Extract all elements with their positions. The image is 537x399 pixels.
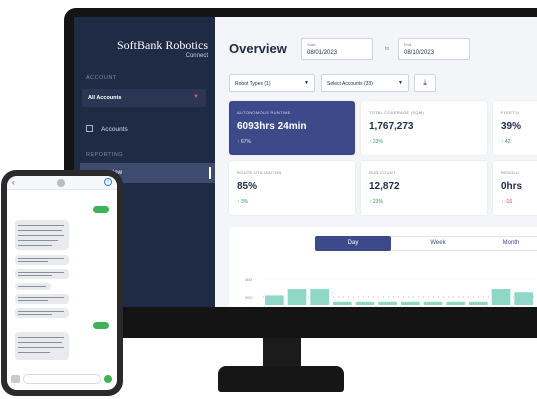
avatar xyxy=(57,179,65,187)
page-title: Overview xyxy=(229,41,287,56)
chart-bar[interactable] xyxy=(355,301,375,305)
kpi-caption: ROUTE UTILIZATION xyxy=(237,170,282,175)
kpi-delta: ↑ 23% xyxy=(369,139,383,145)
active-indicator xyxy=(209,167,211,179)
chart-bar[interactable] xyxy=(469,301,488,305)
back-icon[interactable]: ‹ xyxy=(12,178,15,187)
received-message xyxy=(15,308,69,318)
send-icon[interactable] xyxy=(104,375,112,383)
kpi-caption: TOTAL COVERAGE (SQM) xyxy=(369,110,425,115)
chevron-down-icon: ▼ xyxy=(304,80,309,86)
accounts-select-value: Select Accounts (33) xyxy=(327,81,373,87)
end-date-field[interactable]: End 08/10/2023 xyxy=(398,38,470,60)
account-section-label: ACCOUNT xyxy=(86,75,117,81)
camera-icon[interactable] xyxy=(11,375,20,383)
download-button[interactable]: ⤓ xyxy=(414,74,436,92)
sidebar-item-accounts[interactable]: Accounts xyxy=(86,125,128,133)
runtime-chart: 300 200 xyxy=(245,277,535,305)
kpi-caption: RESOLU xyxy=(501,170,520,175)
kpi-delta: ↑ 67% xyxy=(237,139,251,145)
dashboard-screen: SoftBank Robotics Connect ACCOUNT All Ac… xyxy=(74,17,537,307)
received-message xyxy=(15,294,69,304)
message-input[interactable] xyxy=(23,374,101,384)
tab-month[interactable]: Month xyxy=(481,236,537,251)
chart-bar[interactable] xyxy=(423,301,443,305)
accounts-select[interactable]: Select Accounts (33) ▼ xyxy=(321,74,409,92)
tab-day[interactable]: Day xyxy=(315,236,391,251)
chart-bar[interactable] xyxy=(287,289,307,305)
start-date-caption: Start xyxy=(307,42,316,47)
reporting-section-label: REPORTING xyxy=(86,152,124,158)
chart-panel: Day Week Month 300 200 xyxy=(229,227,537,307)
kpi-card-autonomous-runtime[interactable]: AUTONOMOUS RUNTIME 6093hrs 24min ↑ 67% xyxy=(229,101,355,155)
brand-logo: SoftBank Robotics Connect xyxy=(88,39,208,60)
kpi-caption: RUN COUNT xyxy=(369,170,396,175)
received-message xyxy=(15,283,51,290)
chart-bar[interactable] xyxy=(310,289,329,305)
sidebar-item-label: Accounts xyxy=(101,126,128,133)
chart-bar[interactable] xyxy=(446,301,465,305)
kpi-value: 1,767,273 xyxy=(369,121,414,132)
kpi-delta: ↑ 42 xyxy=(501,139,511,145)
kpi-value: 85% xyxy=(237,181,258,192)
chart-bar[interactable] xyxy=(265,295,284,305)
account-select[interactable]: All Accounts ▼ xyxy=(82,89,206,107)
robot-types-value: Robot Types (1) xyxy=(235,81,271,87)
chevron-down-icon: ▼ xyxy=(398,80,403,86)
y-tick-label: 200 xyxy=(245,295,252,300)
received-message xyxy=(15,269,69,279)
main-content: Overview Start 08/01/2023 to End 08/10/2… xyxy=(215,17,537,307)
kpi-caption: AUTONOMOUS RUNTIME xyxy=(237,110,291,115)
received-message xyxy=(15,220,69,250)
kpi-card-resolution[interactable]: RESOLU 0hrs ↓ -16 xyxy=(493,161,537,215)
tab-week[interactable]: Week xyxy=(403,236,473,251)
kpi-delta: ↑ 3% xyxy=(237,199,249,205)
message-compose-bar xyxy=(11,374,113,384)
kpi-value: 6093hrs 24min xyxy=(237,121,307,132)
monitor-stand-neck xyxy=(263,338,301,366)
kpi-caption: FLEET U xyxy=(501,110,520,115)
download-icon: ⤓ xyxy=(423,78,427,87)
phone-header: ‹ i xyxy=(7,176,117,190)
kpi-card-fleet-utilization[interactable]: FLEET U 39% ↑ 42 xyxy=(493,101,537,155)
chart-bar[interactable] xyxy=(401,301,420,305)
date-range-separator: to xyxy=(385,46,390,52)
brand-subtitle: Connect xyxy=(185,53,208,59)
start-date-field[interactable]: Start 08/01/2023 xyxy=(301,38,373,60)
chart-bar[interactable] xyxy=(514,292,533,305)
chart-bar[interactable] xyxy=(378,301,397,305)
kpi-value: 12,872 xyxy=(369,181,400,192)
account-select-value: All Accounts xyxy=(88,95,122,101)
robot-types-select[interactable]: Robot Types (1) ▼ xyxy=(229,74,315,92)
kpi-card-run-count[interactable]: RUN COUNT 12,872 ↑ 23% xyxy=(361,161,487,215)
kpi-delta: ↑ 23% xyxy=(369,199,383,205)
product-scene: SoftBank Robotics Connect ACCOUNT All Ac… xyxy=(0,0,537,399)
start-date-value: 08/01/2023 xyxy=(307,50,338,56)
brand-name: SoftBank Robotics xyxy=(116,38,208,52)
received-message xyxy=(15,255,69,265)
sent-message xyxy=(93,322,109,329)
kpi-card-total-coverage[interactable]: TOTAL COVERAGE (SQM) 1,767,273 ↑ 23% xyxy=(361,101,487,155)
kpi-delta: ↓ -16 xyxy=(501,199,513,205)
kpi-value: 0hrs xyxy=(501,181,523,192)
end-date-caption: End xyxy=(404,42,412,47)
kpi-value: 39% xyxy=(501,121,522,132)
chart-bar[interactable] xyxy=(333,301,352,305)
kpi-card-route-utilization[interactable]: ROUTE UTILIZATION 85% ↑ 3% xyxy=(229,161,355,215)
phone-screen: ‹ i xyxy=(7,176,117,390)
sent-message xyxy=(93,206,109,213)
y-tick-label: 300 xyxy=(245,277,252,282)
end-date-value: 08/10/2023 xyxy=(404,50,435,56)
phone-frame: ‹ i xyxy=(1,170,123,396)
chart-bar[interactable] xyxy=(491,289,511,305)
monitor-stand-base xyxy=(218,366,344,392)
received-message xyxy=(15,332,69,360)
chevron-down-icon: ▼ xyxy=(193,94,199,100)
accounts-icon xyxy=(86,125,93,132)
info-icon[interactable]: i xyxy=(104,178,112,186)
